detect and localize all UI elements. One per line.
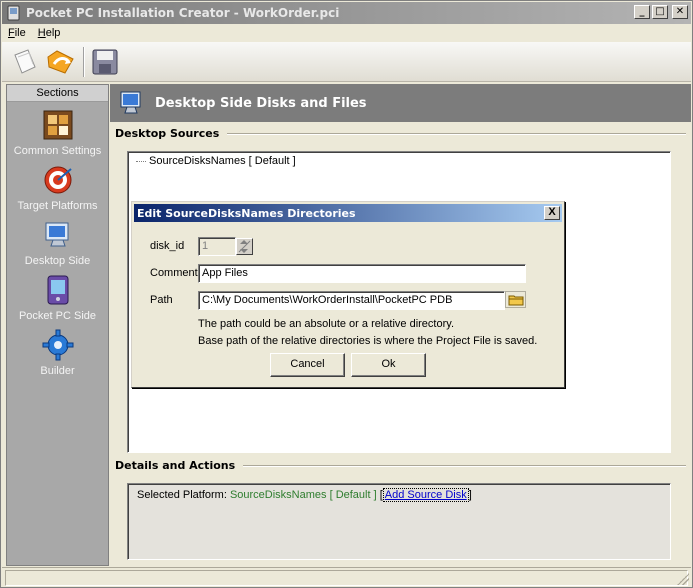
dialog-close-button[interactable]: X xyxy=(544,206,560,220)
details-divider xyxy=(230,465,686,467)
menu-file-accel: F xyxy=(8,27,15,39)
menu-help-label: elp xyxy=(45,27,61,39)
add-source-disk-link[interactable]: Add Source Disk xyxy=(382,488,469,502)
sidebar-item-label: Pocket PC Side xyxy=(18,310,97,322)
toolbar xyxy=(2,42,691,82)
sidebar-item-label: Target Platforms xyxy=(17,200,98,212)
dialog-title: Edit SourceDisksNames Directories xyxy=(137,206,356,220)
sidebar-item-pocket-pc-side[interactable]: Pocket PC Side xyxy=(7,274,108,322)
sidebar-item-label: Builder xyxy=(40,365,75,377)
pocketpc-icon xyxy=(47,275,68,305)
link-bracket-close: ] xyxy=(468,489,472,501)
window-title: Pocket PC Installation Creator - WorkOrd… xyxy=(26,6,340,20)
menu-file[interactable]: File xyxy=(8,27,26,39)
cancel-button[interactable]: Cancel xyxy=(270,353,345,377)
disk-id-stepper[interactable] xyxy=(236,238,253,255)
new-file-icon xyxy=(14,48,36,74)
disk-id-label: disk_id xyxy=(150,240,185,252)
title-bar[interactable]: Pocket PC Installation Creator - WorkOrd… xyxy=(2,2,691,24)
browse-folder-button[interactable] xyxy=(505,291,526,308)
sidebar-item-target-platforms[interactable]: Target Platforms xyxy=(7,164,108,212)
comment-label: Comment xyxy=(150,267,198,279)
open-folder-icon xyxy=(47,49,74,74)
tree-node-sourcedisksnames[interactable]: SourceDisksNames [ Default ] xyxy=(149,155,296,167)
target-icon xyxy=(44,166,72,194)
settings-grid-icon xyxy=(43,110,72,140)
hint-base-path: Base path of the relative directories is… xyxy=(198,335,538,347)
tree-connector xyxy=(136,161,146,162)
status-panel xyxy=(5,570,688,586)
gear-icon xyxy=(42,329,73,361)
details-text: Selected Platform: SourceDisksNames [ De… xyxy=(137,488,472,502)
sidebar-item-label: Desktop Side xyxy=(24,255,91,267)
menu-bar: File Help xyxy=(2,24,691,42)
path-field[interactable]: C:\My Documents\WorkOrderInstall\PocketP… xyxy=(198,291,505,310)
ok-button[interactable]: Ok xyxy=(351,353,426,377)
desktop-sources-label: Desktop Sources xyxy=(115,127,228,140)
sources-divider xyxy=(210,133,686,135)
monitor-icon xyxy=(45,222,68,247)
folder-icon xyxy=(508,295,523,305)
selected-platform-label: Selected Platform: xyxy=(137,489,227,501)
sidebar-header: Sections xyxy=(7,85,108,102)
save-disk-icon xyxy=(92,49,118,74)
new-button[interactable] xyxy=(8,45,42,79)
app-icon xyxy=(7,5,20,21)
path-label: Path xyxy=(150,294,173,306)
sidebar-item-builder[interactable]: Builder xyxy=(7,329,108,377)
sidebar-item-label: Common Settings xyxy=(13,145,102,157)
disk-id-field[interactable]: 1 xyxy=(198,237,236,256)
toolbar-separator xyxy=(83,46,85,77)
panel-title: Desktop Side Disks and Files xyxy=(155,95,367,111)
maximize-button[interactable]: □ xyxy=(652,5,668,19)
details-box: Selected Platform: SourceDisksNames [ De… xyxy=(127,483,671,560)
sidebar-item-desktop-side[interactable]: Desktop Side xyxy=(7,219,108,267)
menu-help-accel: H xyxy=(37,27,46,39)
menu-file-label: ile xyxy=(14,27,26,39)
edit-dialog: Edit SourceDisksNames Directories X disk… xyxy=(131,201,565,388)
open-button[interactable] xyxy=(44,45,78,79)
panel-header: Desktop Side Disks and Files xyxy=(110,84,691,122)
comment-field[interactable]: App Files xyxy=(198,264,526,283)
resize-grip[interactable] xyxy=(677,573,689,585)
main-window: Pocket PC Installation Creator - WorkOrd… xyxy=(0,0,693,588)
selected-platform-value: SourceDisksNames [ Default ] xyxy=(229,489,377,501)
sidebar-item-common-settings[interactable]: Common Settings xyxy=(7,109,108,157)
hint-absolute-relative: The path could be an absolute or a relat… xyxy=(198,318,455,330)
close-button[interactable]: ✕ xyxy=(672,5,688,19)
menu-help[interactable]: Help xyxy=(38,27,61,39)
details-actions-label: Details and Actions xyxy=(115,459,244,472)
status-bar xyxy=(2,567,691,587)
save-button[interactable] xyxy=(88,45,122,79)
dialog-title-bar[interactable]: Edit SourceDisksNames Directories X xyxy=(134,204,562,222)
sections-sidebar: Sections Common Settings Target Platform… xyxy=(6,84,109,566)
window-controls: _ □ ✕ xyxy=(634,5,688,19)
spin-arrows-icon xyxy=(238,240,251,253)
minimize-button[interactable]: _ xyxy=(634,5,650,19)
monitor-icon xyxy=(120,91,141,114)
